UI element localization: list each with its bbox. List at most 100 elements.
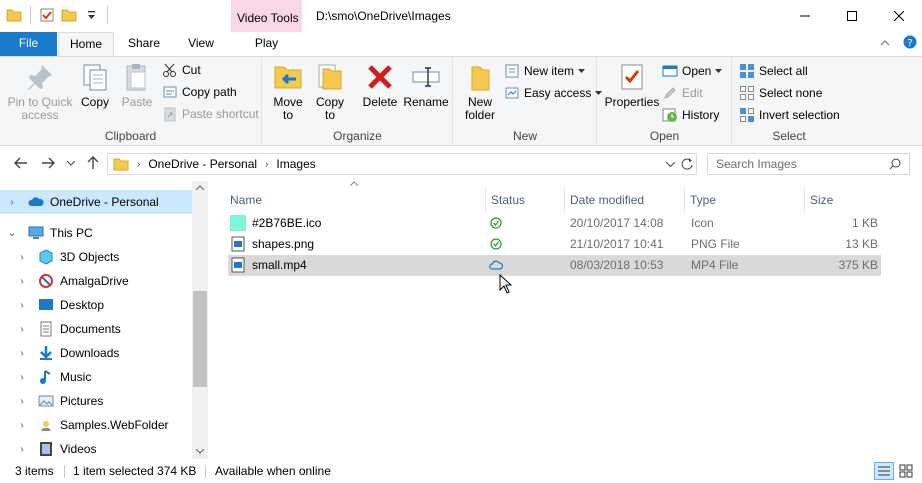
address-history-chevron-icon[interactable] bbox=[666, 162, 675, 167]
search-box[interactable]: Search Images bbox=[707, 153, 910, 175]
expand-chevron-icon[interactable]: › bbox=[16, 252, 28, 263]
customize-qat-icon[interactable] bbox=[83, 7, 99, 23]
expand-chevron-icon[interactable]: › bbox=[16, 324, 28, 335]
nav-item-this-pc[interactable]: ⌄ This PC bbox=[0, 221, 192, 245]
nav-item-downloads[interactable]: › Downloads bbox=[0, 341, 192, 365]
file-row-selected[interactable]: small.mp4 08/03/2018 10:53 MP4 File 375 … bbox=[228, 255, 881, 276]
column-header-status[interactable]: Status bbox=[486, 187, 565, 213]
tab-share[interactable]: Share bbox=[120, 32, 168, 56]
expand-chevron-icon[interactable]: › bbox=[16, 276, 28, 287]
navigation-bar: › OneDrive - Personal › Images Search Im… bbox=[0, 147, 922, 181]
delete-button[interactable]: Delete bbox=[361, 61, 399, 109]
refresh-icon[interactable] bbox=[680, 157, 694, 171]
breadcrumb-onedrive[interactable]: OneDrive - Personal bbox=[148, 157, 257, 171]
column-header-size[interactable]: Size bbox=[805, 187, 881, 213]
nav-item-3d-objects[interactable]: › 3D Objects bbox=[0, 245, 192, 269]
nav-item-samples-webfolder[interactable]: › Samples.WebFolder bbox=[0, 413, 192, 437]
back-arrow-icon[interactable] bbox=[14, 157, 28, 169]
up-arrow-icon[interactable] bbox=[87, 156, 99, 170]
file-row[interactable]: shapes.png 21/10/2017 10:41 PNG File 13 … bbox=[228, 234, 881, 255]
open-button[interactable]: Open bbox=[662, 61, 723, 81]
scrollbar-thumb[interactable] bbox=[193, 291, 207, 387]
tab-view[interactable]: View bbox=[178, 32, 224, 56]
tab-file[interactable]: File bbox=[0, 32, 57, 56]
nav-item-desktop[interactable]: › Desktop bbox=[0, 293, 192, 317]
invert-selection-label: Invert selection bbox=[759, 108, 840, 122]
breadcrumb-separator[interactable]: › bbox=[265, 159, 268, 170]
properties-check-icon[interactable] bbox=[39, 7, 55, 23]
easy-access-button[interactable]: Easy access bbox=[504, 83, 603, 103]
minimize-button[interactable] bbox=[782, 0, 828, 32]
maximize-icon bbox=[847, 11, 857, 21]
nav-item-onedrive[interactable]: › OneDrive - Personal bbox=[0, 190, 192, 214]
copy-path-button[interactable]: Copy path bbox=[162, 82, 237, 102]
history-button[interactable]: History bbox=[662, 105, 719, 125]
search-input[interactable]: Search Images bbox=[716, 157, 797, 171]
folder-icon bbox=[113, 158, 129, 171]
select-none-button[interactable]: Select none bbox=[739, 83, 822, 103]
column-header-type[interactable]: Type bbox=[685, 187, 805, 213]
file-size: 13 KB bbox=[845, 237, 878, 251]
address-bar[interactable]: › OneDrive - Personal › Images bbox=[107, 153, 697, 175]
new-folder-button[interactable]: New folder bbox=[460, 61, 500, 122]
edit-button[interactable]: Edit bbox=[662, 83, 703, 103]
column-header-name[interactable]: Name bbox=[225, 187, 486, 213]
tab-home[interactable]: Home bbox=[58, 32, 114, 57]
minimize-icon bbox=[800, 15, 810, 17]
window-title: D:\smo\OneDrive\Images bbox=[316, 9, 451, 23]
file-row[interactable]: #2B76BE.ico 20/10/2017 14:08 Icon 1 KB bbox=[228, 213, 881, 234]
forward-arrow-icon[interactable] bbox=[41, 157, 55, 169]
copy-to-button[interactable]: Copy to bbox=[313, 61, 347, 122]
scroll-down-icon[interactable] bbox=[196, 449, 204, 454]
nav-item-amalgadrive[interactable]: › AmalgaDrive bbox=[0, 269, 192, 293]
expand-chevron-icon[interactable]: › bbox=[16, 372, 28, 383]
breadcrumb-separator[interactable]: › bbox=[137, 159, 140, 170]
expand-chevron-icon[interactable]: › bbox=[16, 420, 28, 431]
paste-shortcut-button[interactable]: Paste shortcut bbox=[162, 104, 259, 124]
tab-play[interactable]: Play bbox=[231, 32, 302, 56]
breadcrumb-images[interactable]: Images bbox=[276, 157, 315, 171]
scroll-up-icon[interactable] bbox=[196, 185, 204, 190]
expand-chevron-icon[interactable]: › bbox=[6, 197, 18, 208]
amalgadrive-icon bbox=[39, 274, 53, 288]
webfolder-icon bbox=[41, 421, 51, 431]
search-icon[interactable] bbox=[889, 158, 901, 170]
3d-objects-icon bbox=[39, 249, 53, 265]
pin-icon bbox=[28, 65, 52, 90]
copy-button[interactable]: Copy bbox=[78, 61, 112, 109]
invert-selection-button[interactable]: Invert selection bbox=[739, 105, 840, 125]
large-icons-view-icon[interactable] bbox=[899, 464, 913, 478]
nav-item-pictures[interactable]: › Pictures bbox=[0, 389, 192, 413]
maximize-button[interactable] bbox=[829, 0, 875, 32]
new-item-button[interactable]: New item bbox=[504, 61, 586, 81]
move-to-button[interactable]: Move to bbox=[271, 61, 305, 122]
nav-pane-scrollbar[interactable] bbox=[192, 181, 208, 459]
nav-label: 3D Objects bbox=[60, 250, 120, 264]
expand-chevron-icon[interactable]: › bbox=[16, 396, 28, 407]
recent-locations-chevron-icon[interactable] bbox=[67, 161, 75, 166]
new-folder-icon[interactable] bbox=[61, 7, 77, 23]
paste-button[interactable]: Paste bbox=[118, 61, 156, 109]
paste-label: Paste bbox=[121, 95, 153, 109]
paste-icon bbox=[126, 64, 146, 91]
help-icon[interactable]: ? bbox=[903, 35, 917, 49]
collapse-ribbon-icon[interactable] bbox=[880, 39, 890, 47]
open-group: Properties Open Edit History Open bbox=[598, 57, 732, 145]
collapse-chevron-icon[interactable]: ⌄ bbox=[6, 228, 18, 239]
expand-chevron-icon[interactable]: › bbox=[16, 348, 28, 359]
nav-item-videos[interactable]: › Videos bbox=[0, 437, 192, 459]
select-all-button[interactable]: Select all bbox=[739, 61, 808, 81]
nav-item-documents[interactable]: › Documents bbox=[0, 317, 192, 341]
edit-pencil-icon bbox=[664, 87, 676, 99]
properties-button[interactable]: Properties bbox=[604, 61, 660, 109]
file-type: Icon bbox=[691, 216, 714, 230]
expand-chevron-icon[interactable]: › bbox=[16, 444, 28, 455]
close-button[interactable] bbox=[876, 0, 922, 32]
cut-button[interactable]: Cut bbox=[162, 60, 201, 80]
nav-item-music[interactable]: › Music bbox=[0, 365, 192, 389]
pin-to-quick-access-button[interactable]: Pin to Quick access bbox=[6, 61, 74, 122]
expand-chevron-icon[interactable]: › bbox=[16, 300, 28, 311]
column-header-date-modified[interactable]: Date modified bbox=[565, 187, 685, 213]
rename-button[interactable]: Rename bbox=[403, 61, 449, 109]
details-view-icon[interactable] bbox=[874, 462, 894, 480]
